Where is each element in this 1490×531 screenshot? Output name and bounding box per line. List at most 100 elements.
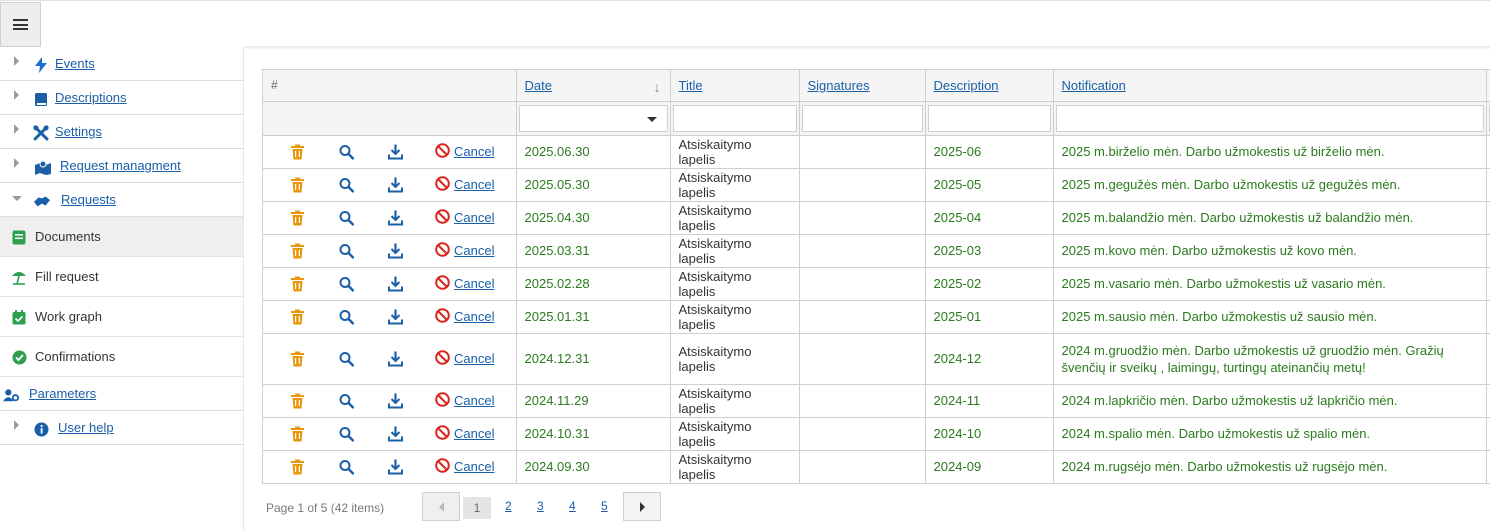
ban-icon[interactable] xyxy=(435,349,450,368)
download-icon[interactable] xyxy=(388,276,403,291)
ban-icon[interactable] xyxy=(435,241,450,260)
cancel-link[interactable]: Cancel xyxy=(454,276,494,291)
sidebar-link-requests[interactable]: Requests xyxy=(61,192,116,207)
next-page-button[interactable] xyxy=(623,492,661,521)
download-icon[interactable] xyxy=(388,243,403,258)
trash-icon[interactable] xyxy=(291,243,304,258)
header-signatures[interactable]: Signatures xyxy=(799,70,926,102)
ban-icon[interactable] xyxy=(435,142,450,161)
page-link-4[interactable]: 4 xyxy=(569,499,576,513)
signatures-filter-input[interactable] xyxy=(801,104,923,132)
cancel-action[interactable]: Cancel xyxy=(435,457,494,476)
page-link-2[interactable]: 2 xyxy=(505,499,512,513)
download-icon[interactable] xyxy=(388,393,403,408)
ban-icon[interactable] xyxy=(435,208,450,227)
header-notification-link[interactable]: Notification xyxy=(1062,78,1126,93)
download-icon[interactable] xyxy=(388,177,403,192)
expand-arrow-icon[interactable] xyxy=(14,56,19,66)
expand-arrow-icon[interactable] xyxy=(14,124,19,134)
cancel-action[interactable]: Cancel xyxy=(435,274,494,293)
download-icon[interactable] xyxy=(388,210,403,225)
header-notification[interactable]: Notification xyxy=(1053,70,1487,102)
title-filter-input[interactable] xyxy=(672,104,797,132)
prev-page-button[interactable] xyxy=(422,492,460,521)
trash-icon[interactable] xyxy=(291,210,304,225)
dropdown-caret-icon[interactable] xyxy=(646,116,657,122)
cancel-link[interactable]: Cancel xyxy=(454,426,494,441)
header-date[interactable]: Date ↓ xyxy=(516,70,671,102)
sidebar-item-settings[interactable]: Settings xyxy=(0,115,243,149)
cancel-link[interactable]: Cancel xyxy=(454,243,494,258)
trash-icon[interactable] xyxy=(291,144,304,159)
table-row[interactable]: Cancel 2025.04.30 Atsiskaitymo lapelis 2025… xyxy=(263,201,1490,235)
cancel-action[interactable]: Cancel xyxy=(435,349,494,368)
ban-icon[interactable] xyxy=(435,457,450,476)
sidebar-item-parameters[interactable]: Parameters xyxy=(0,377,243,411)
download-icon[interactable] xyxy=(388,309,403,324)
trash-icon[interactable] xyxy=(291,393,304,408)
sidebar-link-user-help[interactable]: User help xyxy=(58,420,114,435)
notification-filter-input[interactable] xyxy=(1055,104,1484,132)
table-row[interactable]: Cancel 2025.05.30 Atsiskaitymo lapelis 2025… xyxy=(263,168,1490,202)
trash-icon[interactable] xyxy=(291,276,304,291)
ban-icon[interactable] xyxy=(435,274,450,293)
expand-arrow-icon[interactable] xyxy=(14,420,19,430)
search-icon[interactable] xyxy=(339,309,354,324)
search-icon[interactable] xyxy=(339,177,354,192)
trash-icon[interactable] xyxy=(291,309,304,324)
cancel-action[interactable]: Cancel xyxy=(435,241,494,260)
header-description[interactable]: Description xyxy=(925,70,1054,102)
sidebar-link-events[interactable]: Events xyxy=(55,56,95,71)
cancel-action[interactable]: Cancel xyxy=(435,142,494,161)
cancel-action[interactable]: Cancel xyxy=(435,307,494,326)
page-link-5[interactable]: 5 xyxy=(601,499,608,513)
sidebar-item-descriptions[interactable]: Descriptions xyxy=(0,81,243,115)
cancel-link[interactable]: Cancel xyxy=(454,351,494,366)
table-row[interactable]: Cancel 2024.10.31 Atsiskaitymo lapelis 2024… xyxy=(263,417,1490,451)
search-icon[interactable] xyxy=(339,144,354,159)
sidebar-subitem-work-graph[interactable]: Work graph xyxy=(0,297,243,337)
search-icon[interactable] xyxy=(339,351,354,366)
download-icon[interactable] xyxy=(388,351,403,366)
trash-icon[interactable] xyxy=(291,459,304,474)
sidebar-item-user-help[interactable]: User help xyxy=(0,411,243,445)
page-link-3[interactable]: 3 xyxy=(537,499,544,513)
trash-icon[interactable] xyxy=(291,426,304,441)
cancel-action[interactable]: Cancel xyxy=(435,208,494,227)
search-icon[interactable] xyxy=(339,276,354,291)
cancel-link[interactable]: Cancel xyxy=(454,177,494,192)
ban-icon[interactable] xyxy=(435,307,450,326)
search-icon[interactable] xyxy=(339,459,354,474)
download-icon[interactable] xyxy=(388,144,403,159)
header-title[interactable]: Title xyxy=(670,70,800,102)
sidebar-subitem-confirmations[interactable]: Confirmations xyxy=(0,337,243,377)
ban-icon[interactable] xyxy=(435,391,450,410)
ban-icon[interactable] xyxy=(435,424,450,443)
sidebar-subitem-documents[interactable]: Documents xyxy=(0,217,243,257)
sidebar-item-request-managment[interactable]: Request managment xyxy=(0,149,243,183)
sidebar-item-requests[interactable]: Requests xyxy=(0,183,243,217)
sidebar-link-request-managment[interactable]: Request managment xyxy=(60,158,181,173)
hamburger-menu-button[interactable] xyxy=(0,2,41,47)
sidebar-link-parameters[interactable]: Parameters xyxy=(29,386,96,401)
date-filter-dropdown[interactable] xyxy=(518,104,668,132)
header-description-link[interactable]: Description xyxy=(934,78,999,93)
sidebar-item-events[interactable]: Events xyxy=(0,47,243,81)
header-date-link[interactable]: Date xyxy=(525,78,552,93)
header-title-link[interactable]: Title xyxy=(679,78,703,93)
cancel-action[interactable]: Cancel xyxy=(435,424,494,443)
cancel-action[interactable]: Cancel xyxy=(435,175,494,194)
cancel-action[interactable]: Cancel xyxy=(435,391,494,410)
cancel-link[interactable]: Cancel xyxy=(454,459,494,474)
description-filter-input[interactable] xyxy=(927,104,1051,132)
trash-icon[interactable] xyxy=(291,177,304,192)
table-row[interactable]: Cancel 2025.06.30 Atsiskaitymo lapelis 2025… xyxy=(263,135,1490,169)
sidebar-link-descriptions[interactable]: Descriptions xyxy=(55,90,127,105)
search-icon[interactable] xyxy=(339,426,354,441)
cancel-link[interactable]: Cancel xyxy=(454,309,494,324)
table-row[interactable]: Cancel 2024.12.31 Atsiskaitymo lapelis 2024… xyxy=(263,333,1490,385)
cancel-link[interactable]: Cancel xyxy=(454,144,494,159)
table-row[interactable]: Cancel 2025.03.31 Atsiskaitymo lapelis 2025… xyxy=(263,234,1490,268)
table-row[interactable]: Cancel 2024.11.29 Atsiskaitymo lapelis 2024… xyxy=(263,384,1490,418)
cancel-link[interactable]: Cancel xyxy=(454,393,494,408)
